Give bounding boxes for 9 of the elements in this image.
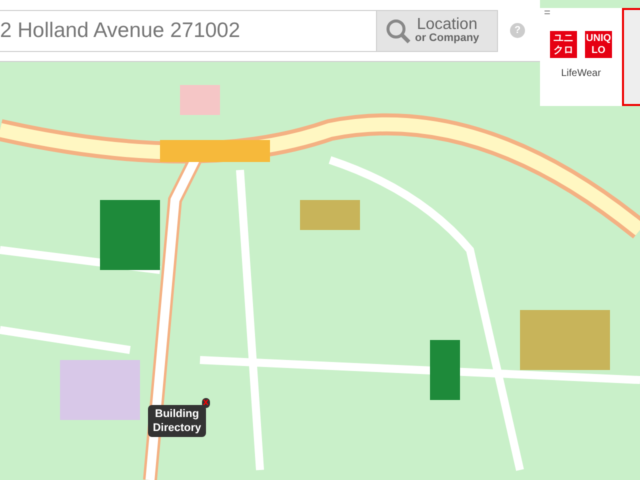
logo-katakana: ユニクロ (550, 31, 577, 58)
location-button[interactable]: Location or Company (376, 10, 498, 52)
button-subtitle: or Company (415, 33, 480, 44)
ad-tagline: LifeWear (561, 67, 601, 81)
search-icon (385, 18, 411, 44)
logo-latin: UNIQLO (585, 31, 612, 58)
building-directory-popup[interactable]: Building Directory (148, 405, 206, 437)
ad-menu-icon[interactable]: = (544, 8, 550, 19)
button-title: Location (416, 17, 478, 33)
